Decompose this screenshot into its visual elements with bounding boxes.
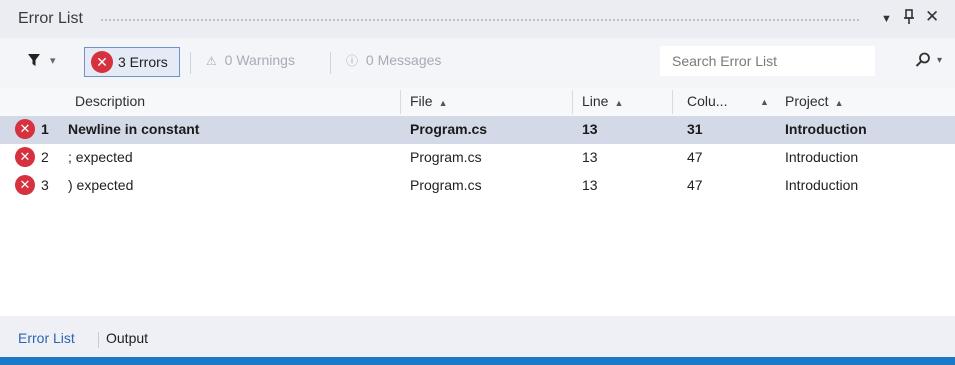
sort-ascending-icon: ▲ — [614, 98, 624, 108]
toolbar-separator — [190, 52, 191, 74]
search-box[interactable] — [660, 46, 875, 76]
error-icon: ✕ — [91, 51, 113, 73]
title-bar: Error List ▼ ✕ — [0, 0, 955, 38]
warnings-label: 0 Warnings — [224, 52, 295, 68]
error-icon: ✕ — [15, 147, 35, 167]
pin-icon[interactable] — [904, 9, 914, 29]
filter-dropdown-icon[interactable]: ▾ — [50, 54, 56, 67]
message-icon: ⓘ — [346, 54, 359, 68]
row-number: 2 — [41, 149, 49, 165]
table-row[interactable]: ✕ 2 ; expected Program.cs 13 47 Introduc… — [0, 144, 955, 172]
project-cell: Introduction — [785, 121, 867, 137]
toolbar-separator — [330, 52, 331, 74]
status-accent-bar — [0, 357, 955, 365]
tab-output[interactable]: Output — [106, 330, 148, 346]
sort-ascending-icon: ▲ — [834, 98, 844, 108]
table-row[interactable]: ✕ 3 ) expected Program.cs 13 47 Introduc… — [0, 172, 955, 200]
sort-ascending-icon: ▲ — [438, 98, 448, 108]
row-number: 1 — [41, 121, 49, 137]
warning-icon: ⚠ — [206, 54, 217, 68]
search-input[interactable] — [670, 52, 844, 70]
error-table-body: ✕ 1 Newline in constant Program.cs 13 31… — [0, 116, 955, 316]
column-resize-handle[interactable] — [572, 90, 573, 114]
column-resize-handle[interactable] — [400, 90, 401, 114]
chevron-down-icon[interactable]: ▼ — [881, 13, 892, 25]
description-cell: ; expected — [68, 149, 133, 165]
column-resize-handle[interactable] — [672, 90, 673, 114]
sort-ascending-icon: ▲ — [760, 97, 769, 107]
project-cell: Introduction — [785, 149, 859, 165]
error-list-panel: Error List ▼ ✕ ▾ ✕ 3 Errors ⚠ 0 Warnings… — [0, 0, 955, 365]
column-cell: 31 — [687, 121, 703, 137]
search-dropdown-icon[interactable]: ▾ — [937, 55, 942, 66]
column-cell: 47 — [687, 177, 703, 193]
close-icon[interactable]: ✕ — [925, 7, 939, 27]
drag-grip[interactable] — [100, 18, 860, 22]
error-icon: ✕ — [15, 175, 35, 195]
description-cell: Newline in constant — [68, 121, 200, 137]
table-row[interactable]: ✕ 1 Newline in constant Program.cs 13 31… — [0, 116, 955, 144]
file-cell: Program.cs — [410, 121, 488, 137]
panel-title: Error List — [18, 10, 83, 27]
tab-separator — [98, 332, 99, 348]
file-cell: Program.cs — [410, 149, 482, 165]
row-number: 3 — [41, 177, 49, 193]
line-cell: 13 — [582, 177, 598, 193]
column-header-description[interactable]: Description — [75, 93, 145, 109]
error-icon: ✕ — [15, 119, 35, 139]
toolbar: ▾ ✕ 3 Errors ⚠ 0 Warnings ⓘ 0 Messages ▾ — [0, 38, 955, 88]
tab-error-list[interactable]: Error List — [18, 330, 75, 346]
description-cell: ) expected — [68, 177, 134, 193]
column-header-column[interactable]: Colu... — [687, 93, 727, 109]
messages-label: 0 Messages — [365, 52, 442, 68]
column-header-file[interactable]: File ▲ — [410, 93, 447, 109]
project-cell: Introduction — [785, 177, 859, 193]
messages-filter-button[interactable]: ⓘ 0 Messages — [346, 52, 441, 69]
warnings-filter-button[interactable]: ⚠ 0 Warnings — [206, 52, 295, 68]
filter-icon[interactable] — [28, 53, 40, 72]
line-cell: 13 — [582, 149, 598, 165]
column-header-line[interactable]: Line ▲ — [582, 93, 623, 109]
errors-label: 3 Errors — [118, 54, 168, 70]
column-header-row: Description File ▲ Line ▲ Colu... ▲ Projec… — [0, 88, 955, 116]
column-header-project[interactable]: Project ▲ — [785, 93, 844, 109]
line-cell: 13 — [582, 121, 598, 137]
errors-filter-button[interactable]: ✕ 3 Errors — [84, 47, 180, 77]
search-icon[interactable] — [915, 52, 931, 73]
file-cell: Program.cs — [410, 177, 482, 193]
column-cell: 47 — [687, 149, 703, 165]
bottom-tab-bar: Error List Output — [0, 316, 955, 357]
